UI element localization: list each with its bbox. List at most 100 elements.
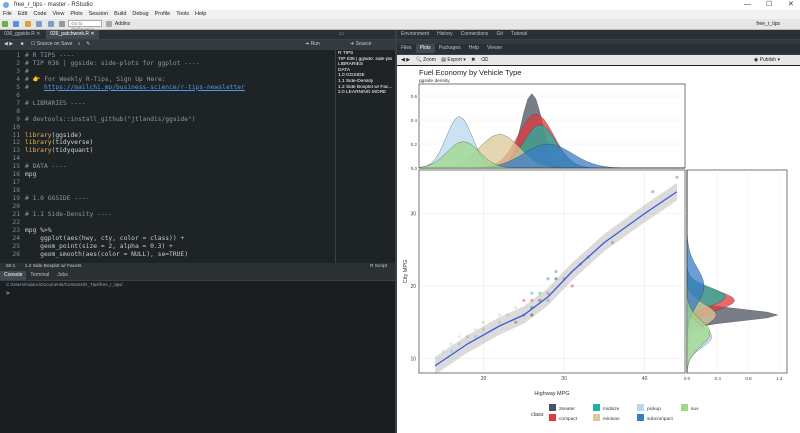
tab-history[interactable]: History: [433, 30, 457, 39]
plot-toolbar: ◀ ▶ 🔍 Zoom ▤ Export ▾ ✖ ⌫ ◉ Publish ▾: [397, 55, 800, 65]
plot-viewer: Fuel Economy by Vehicle Type ggside densi…: [397, 66, 800, 433]
menu-profile[interactable]: Profile: [155, 11, 171, 17]
publish-button[interactable]: ◉ Publish ▾: [754, 55, 780, 65]
y-tick-label: 30: [410, 212, 416, 218]
editor-statusbar: 50:1 1.2 Side Boxplot w/ Facets R Script: [0, 263, 395, 271]
new-file-icon[interactable]: [2, 20, 8, 27]
minimize-icon[interactable]: —: [744, 0, 751, 10]
line-number: 2: [16, 59, 20, 67]
data-point: [481, 320, 486, 324]
line-number: 18: [12, 187, 20, 195]
tab-files[interactable]: Files: [397, 44, 416, 53]
tab-viewer[interactable]: Viewer: [483, 44, 506, 53]
right-density-tick: 0.8: [745, 376, 752, 381]
newsletter-link[interactable]: https://mailchi.mp/business-science/r-ti…: [44, 84, 245, 91]
line-number: 21: [12, 211, 20, 218]
menu-debug[interactable]: Debug: [132, 11, 148, 17]
tab-console[interactable]: Console: [0, 271, 27, 280]
tab-git[interactable]: Git: [492, 30, 506, 39]
y-tick-label: 20: [410, 284, 416, 290]
open-file-icon[interactable]: [24, 20, 31, 27]
save-icon[interactable]: ■: [20, 41, 23, 47]
delete-icon[interactable]: ✖: [471, 57, 475, 63]
tab-connections[interactable]: Connections: [457, 30, 493, 39]
code-line: # 1.1 Side-Density ----: [25, 211, 113, 218]
print-icon[interactable]: [58, 20, 65, 27]
menu-tools[interactable]: Tools: [176, 11, 189, 17]
tab-026-patchwork[interactable]: 026_patchwork.R ✕: [46, 30, 99, 39]
x-tick-label: 40: [642, 376, 648, 382]
tab-packages[interactable]: Packages: [435, 44, 465, 53]
file-type[interactable]: R Script: [370, 263, 387, 271]
project-label: free_r_tips: [756, 21, 780, 27]
search-icon[interactable]: ⌕: [78, 41, 81, 47]
tab-tutorial[interactable]: Tutorial: [507, 30, 532, 39]
save-all-icon[interactable]: [47, 20, 54, 27]
tab-terminal[interactable]: Terminal: [26, 271, 53, 280]
back-icon[interactable]: ◀ ▶: [4, 41, 13, 47]
line-number: 17: [12, 179, 20, 187]
grid-icon[interactable]: [105, 20, 112, 27]
console-pane[interactable]: C:/Users/mdanc/Documents/Contacts/R_Tips…: [0, 281, 395, 433]
tab-environment[interactable]: Environment: [397, 30, 433, 39]
data-point: [530, 291, 534, 295]
line-number: 4: [16, 75, 20, 83]
env-tab-bar: Environment History Connections Git Tutorial: [397, 30, 800, 40]
tab-jobs[interactable]: Jobs: [53, 271, 72, 280]
zoom-button[interactable]: 🔍 Zoom: [415, 57, 435, 63]
menu-help[interactable]: Help: [195, 11, 206, 17]
source-button[interactable]: ➜ Source: [350, 40, 371, 49]
code-editor[interactable]: 1 # R TIPS ---- 2 # TIP 036 | ggside: side-…: [0, 50, 335, 263]
data-point: [449, 342, 453, 346]
menu-plots[interactable]: Plots: [70, 11, 82, 17]
tab-label: 036_ggside.R: [4, 31, 35, 37]
line-number: 13: [12, 147, 20, 155]
line-number: 20: [12, 203, 20, 211]
goto-file-input[interactable]: Go to file/function: [68, 20, 103, 32]
section-indicator[interactable]: 1.2 Side Boxplot w/ Facets: [25, 264, 82, 269]
tab-help[interactable]: Help: [465, 44, 483, 53]
code-line: # 1.0 GGSIDE ----: [25, 195, 90, 203]
menu-edit[interactable]: Edit: [18, 11, 27, 17]
source-on-save-label: Source on Save: [36, 41, 73, 47]
save-icon[interactable]: [36, 20, 43, 27]
line-number: 24: [12, 234, 20, 242]
tab-plots[interactable]: Plots: [415, 44, 435, 53]
line-number: 25: [12, 242, 20, 250]
files-tab-bar: Files Plots Packages Help Viewer: [397, 44, 800, 55]
new-project-icon[interactable]: [13, 20, 20, 27]
export-button[interactable]: ▤ Export ▾: [441, 57, 465, 63]
legend-title: class: [531, 412, 544, 418]
addins-menu[interactable]: Addins: [115, 21, 130, 27]
source-on-save-checkbox[interactable]: ☐ Source on Save: [31, 41, 72, 47]
run-button[interactable]: ➜ Run: [305, 40, 320, 49]
window-titlebar: free_r_tips - master - RStudio — ☐ ✕: [0, 0, 800, 10]
export-label: Export: [447, 57, 462, 63]
tab-outline-source[interactable]: ▭: [335, 30, 348, 39]
x-tick-label: 30: [561, 376, 567, 382]
menu-code[interactable]: Code: [33, 11, 46, 17]
menu-file[interactable]: File: [3, 11, 12, 17]
section-label: 1.2 Side Boxplot w/ Facets: [24, 264, 82, 269]
menu-build[interactable]: Build: [114, 11, 126, 17]
project-menu[interactable]: free_r_tips: [756, 19, 780, 30]
back-icon[interactable]: ◀ ▶: [401, 57, 410, 63]
close-icon[interactable]: ✕: [788, 0, 794, 10]
legend-key: [637, 404, 644, 411]
legend-label: minivan: [603, 416, 620, 422]
line-number: 12: [12, 139, 20, 147]
wand-icon[interactable]: ✎: [86, 41, 90, 47]
data-point: [570, 284, 574, 288]
tab-036-ggside[interactable]: 036_ggside.R ✕: [0, 30, 44, 39]
menu-view[interactable]: View: [53, 11, 65, 17]
legend-key: [681, 404, 688, 411]
right-density-tick: 1.2: [776, 376, 783, 381]
line-number: 7: [16, 99, 20, 107]
broom-icon[interactable]: ⌫: [481, 57, 488, 63]
maximize-icon[interactable]: ☐: [766, 0, 772, 10]
code-line: # LIBRARIES ----: [25, 99, 86, 107]
code-line: mpg %>%: [25, 226, 52, 234]
code-line: # DATA ----: [25, 163, 67, 171]
outline-item[interactable]: 2.0 LEARNING MORE: [338, 90, 392, 96]
menu-session[interactable]: Session: [89, 11, 109, 17]
